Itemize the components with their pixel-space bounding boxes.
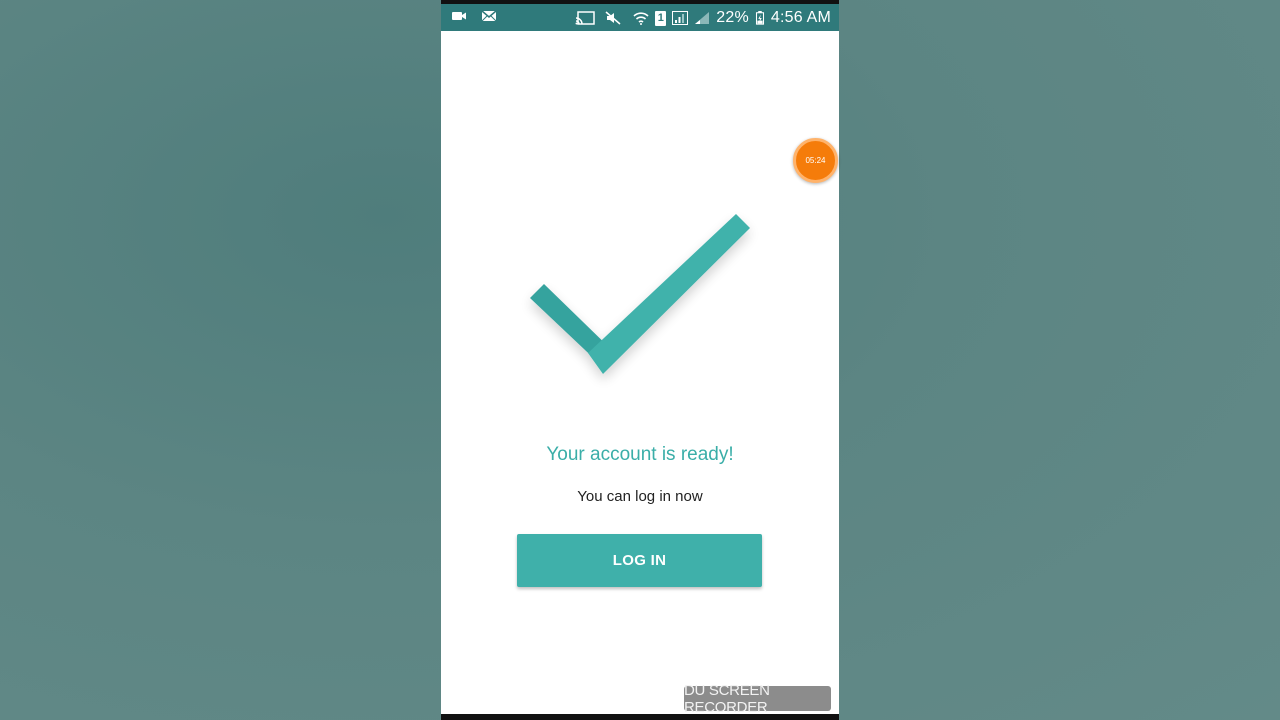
wifi-icon: [633, 12, 649, 25]
mail-icon: [481, 10, 497, 22]
login-button[interactable]: LOG IN: [517, 534, 762, 587]
cast-icon: [575, 11, 596, 25]
sim-icon: 1: [655, 10, 667, 26]
mute-icon: [605, 11, 621, 25]
account-ready-subtitle: You can log in now: [577, 488, 703, 505]
status-bar-notifications: [451, 9, 497, 23]
checkmark-icon: [530, 214, 750, 374]
video-camera-icon: [452, 12, 466, 20]
signal-weak-icon: [695, 12, 710, 24]
status-bar: 1 22% 4:56 AM: [441, 4, 839, 31]
recorder-watermark: DU SCREEN RECORDER: [684, 682, 831, 716]
account-ready-title: Your account is ready!: [546, 444, 734, 465]
battery-percent: 22%: [716, 9, 749, 26]
signal-icon: [672, 11, 689, 25]
recording-timer-bubble[interactable]: 05:24: [793, 138, 838, 183]
status-time: 4:56 AM: [770, 9, 831, 26]
status-bar-system: 1 22% 4:56 AM: [575, 6, 831, 30]
phone-screen: 1 22% 4:56 AM Your account is ready! You…: [441, 0, 839, 720]
battery-icon: [755, 11, 764, 25]
